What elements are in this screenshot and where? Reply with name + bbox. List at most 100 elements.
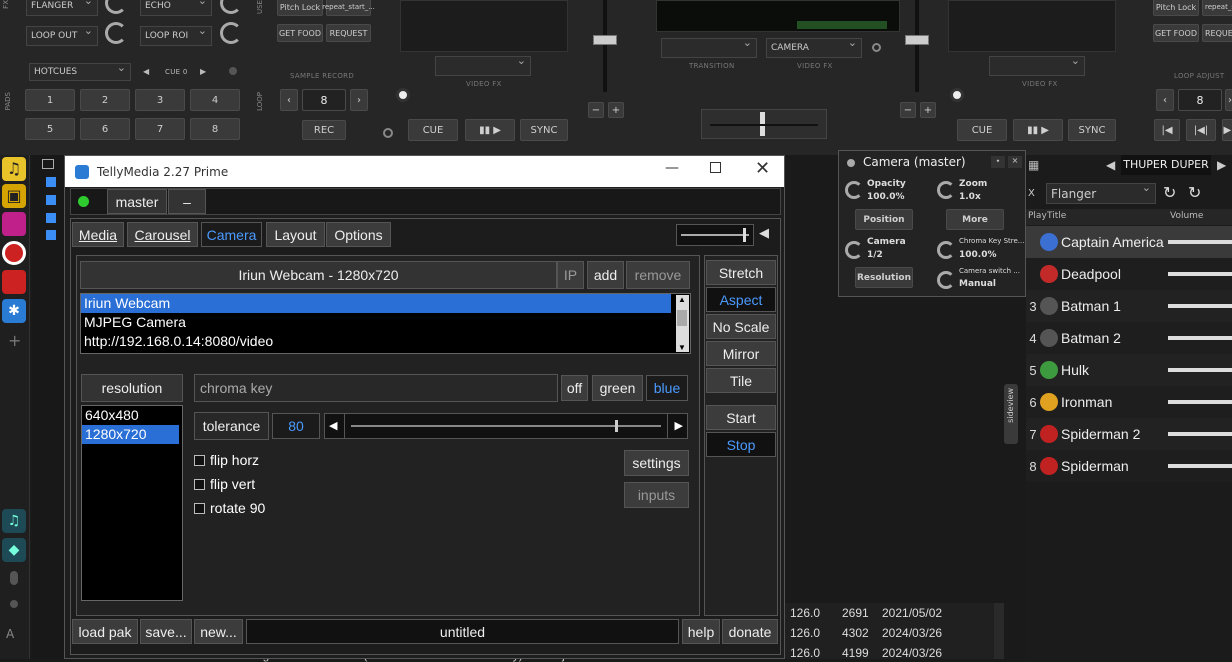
mode-aspect-button[interactable]: Aspect: [706, 287, 776, 312]
deck-prev-icon[interactable]: ◀: [1106, 158, 1115, 172]
grid-icon[interactable]: ▦: [1028, 158, 1039, 172]
tolerance-left-arrow[interactable]: ◀: [329, 419, 337, 432]
device-item[interactable]: Iriun Webcam: [81, 294, 671, 313]
sample-next-button[interactable]: ›: [350, 89, 368, 111]
left-pitch-fader[interactable]: [593, 35, 617, 45]
loop-adjust-value[interactable]: 8: [1178, 89, 1222, 111]
right-pitch-lock-button[interactable]: Pitch Lock: [1153, 0, 1199, 16]
tab-layout[interactable]: Layout: [266, 222, 325, 247]
chroma-off-button[interactable]: off: [561, 375, 588, 401]
undo-icon[interactable]: ↻: [1163, 183, 1176, 202]
hotcue-pad[interactable]: 1: [25, 89, 75, 111]
chroma-blue-button[interactable]: blue: [646, 375, 688, 401]
fx1-dropdown[interactable]: FLANGER: [26, 0, 98, 16]
tab-options[interactable]: Options: [326, 222, 391, 247]
tab-camera[interactable]: Camera: [201, 222, 262, 247]
add-button[interactable]: add: [587, 261, 624, 289]
sample-prev-button[interactable]: ‹: [280, 89, 298, 111]
inputs-button[interactable]: inputs: [624, 482, 689, 508]
crossfader[interactable]: [701, 109, 827, 139]
tab-carousel[interactable]: Carousel: [127, 222, 198, 247]
loop-roll-dropdown[interactable]: LOOP ROI: [140, 24, 212, 46]
loop-knob[interactable]: [105, 22, 127, 44]
flip-vert-checkbox[interactable]: flip vert: [194, 476, 255, 492]
device-list-scrollbar[interactable]: ▲ ▼: [676, 295, 689, 352]
deck-next-icon[interactable]: ▶: [1217, 158, 1226, 172]
settings-dot-icon[interactable]: [383, 128, 393, 138]
hotcue-pad[interactable]: 4: [190, 89, 240, 111]
checkbox-icon[interactable]: [194, 479, 205, 490]
redo-icon[interactable]: ↻: [1188, 183, 1201, 202]
fx-dropdown[interactable]: Flanger: [1046, 181, 1156, 204]
camera-knob[interactable]: [845, 241, 863, 259]
minimize-icon[interactable]: —: [665, 160, 679, 176]
mode-mirror-button[interactable]: Mirror: [706, 341, 776, 366]
col-volume[interactable]: Volume: [1170, 211, 1203, 221]
left-sync-button[interactable]: SYNC: [520, 119, 568, 141]
hotcue-pad[interactable]: 7: [135, 118, 185, 140]
browser-scrollbar[interactable]: [994, 603, 1004, 659]
tolerance-thumb[interactable]: [614, 420, 618, 432]
speaker-icon[interactable]: ◀: [759, 226, 769, 241]
loop-out-dropdown[interactable]: LOOP OUT: [26, 24, 98, 46]
filename-field[interactable]: untitled: [246, 619, 679, 644]
camera-dropdown[interactable]: CAMERA: [766, 36, 862, 58]
hotcues-dropdown[interactable]: HOTCUES: [29, 61, 131, 81]
playlist-row[interactable]: Captain America: [1026, 226, 1232, 258]
bell-icon[interactable]: [2, 270, 26, 294]
playlist-row[interactable]: 6 Ironman: [1026, 386, 1232, 418]
right-get-food-button[interactable]: GET FOOD: [1153, 24, 1199, 42]
playlist-row[interactable]: 3 Batman 1: [1026, 290, 1232, 322]
camera-settings-icon[interactable]: [872, 43, 881, 52]
more-button[interactable]: More: [946, 209, 1004, 230]
playlist-row[interactable]: 8 Spiderman: [1026, 450, 1232, 482]
resolution-button[interactable]: Resolution: [855, 267, 913, 288]
text-icon[interactable]: A: [6, 627, 14, 641]
music-icon[interactable]: ♫: [2, 157, 26, 181]
hotcue-pad[interactable]: 8: [190, 118, 240, 140]
transition-dropdown[interactable]: [661, 36, 757, 58]
device-item[interactable]: MJPEG Camera: [81, 313, 690, 332]
maximize-icon[interactable]: [710, 162, 721, 173]
pin-icon[interactable]: ⬩: [991, 156, 1005, 168]
cue-prev-icon[interactable]: ◀: [143, 67, 149, 76]
volume-bar[interactable]: [1168, 464, 1232, 468]
stop-button[interactable]: Stop: [706, 432, 776, 457]
paw-icon[interactable]: ✱: [2, 299, 26, 323]
loop-roll-knob[interactable]: [220, 22, 242, 44]
zoom-knob[interactable]: [937, 181, 955, 199]
device-item[interactable]: http://192.168.0.14:8080/video: [81, 332, 690, 351]
close-icon[interactable]: ✕: [755, 158, 770, 179]
device-list[interactable]: Iriun Webcam MJPEG Camera http://192.168…: [80, 293, 691, 354]
tolerance-slider[interactable]: ◀ ▶: [324, 413, 688, 439]
repeat-button[interactable]: repeat_start_...: [322, 0, 375, 16]
right-video-fx-dropdown[interactable]: [989, 54, 1085, 76]
fx2-dropdown[interactable]: ECHO: [140, 0, 212, 16]
dot-icon[interactable]: [10, 600, 18, 608]
mode-stretch-button[interactable]: Stretch: [706, 260, 776, 285]
volume-bar[interactable]: [1168, 368, 1232, 372]
volume-bar[interactable]: [1168, 304, 1232, 308]
loop-in-out-button[interactable]: |◀|: [1186, 119, 1216, 141]
hotcue-pad[interactable]: 2: [80, 89, 130, 111]
tag-icon[interactable]: ◆: [2, 538, 26, 562]
add-plugin-icon[interactable]: +: [8, 331, 21, 350]
rec-button[interactable]: REC: [302, 120, 346, 140]
master-button[interactable]: master: [107, 189, 167, 214]
resolution-list[interactable]: 640x480 1280x720: [81, 405, 183, 601]
right-sync-button[interactable]: SYNC: [1068, 119, 1116, 141]
cue-next-icon[interactable]: ▶: [200, 67, 206, 76]
flip-horz-checkbox[interactable]: flip horz: [194, 452, 259, 468]
left-cue-button[interactable]: CUE: [408, 119, 458, 141]
right-repeat-button[interactable]: repeat_start_: [1202, 0, 1232, 16]
start-button[interactable]: Start: [706, 405, 776, 430]
sample-value[interactable]: 8: [302, 89, 346, 111]
sideview-tab[interactable]: sideview: [1004, 384, 1018, 444]
checkbox-icon[interactable]: [194, 455, 205, 466]
loop-adjust-prev-button[interactable]: ‹: [1156, 89, 1174, 111]
loop-adjust-next-button[interactable]: ›: [1225, 89, 1232, 111]
left-pitch-minus[interactable]: −: [588, 102, 604, 118]
chroma-green-button[interactable]: green: [592, 375, 643, 401]
playlist-row[interactable]: 5 Hulk: [1026, 354, 1232, 386]
new-button[interactable]: new...: [194, 619, 243, 644]
